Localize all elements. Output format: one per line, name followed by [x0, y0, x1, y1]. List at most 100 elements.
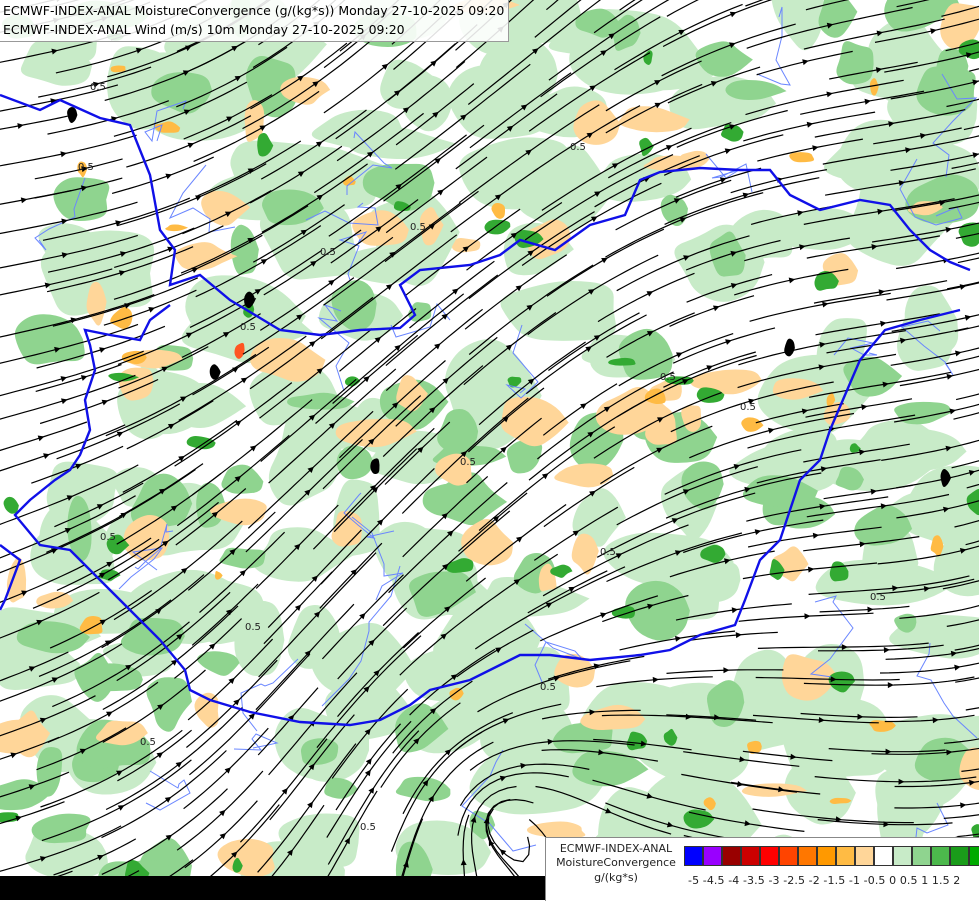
legend-title-variable: MoistureConvergence	[546, 856, 686, 870]
wind-arrow	[861, 404, 867, 410]
wind-arrow	[789, 278, 796, 284]
fill-green-dark	[4, 497, 19, 514]
wind-arrow	[366, 758, 372, 765]
legend-swatch	[722, 846, 741, 866]
wind-arrow	[755, 529, 762, 535]
fill-green-mid	[32, 814, 91, 844]
header-line-moisture: ECMWF-INDEX-ANAL MoistureConvergence (g/…	[3, 1, 504, 20]
contour-label: 0.5	[660, 372, 676, 383]
wind-arrow	[826, 92, 833, 98]
streamline	[36, 365, 122, 392]
legend-swatch	[798, 846, 817, 866]
fill-extreme-spot	[67, 107, 77, 123]
wind-arrow	[723, 667, 729, 673]
legend-title-model: ECMWF-INDEX-ANAL	[546, 842, 686, 856]
wind-arrow	[949, 409, 956, 415]
wind-arrow	[241, 378, 248, 384]
streamline	[954, 365, 979, 419]
wind-arrow	[17, 123, 23, 129]
wind-arrow	[328, 280, 335, 286]
wind-arrow	[235, 421, 242, 427]
fill-green-light	[501, 281, 616, 341]
fill-extreme-spot	[784, 339, 795, 357]
legend-swatch	[836, 846, 855, 866]
wind-arrow	[807, 122, 814, 128]
contour-label: 0.5	[90, 82, 106, 93]
wind-arrow	[10, 753, 17, 759]
wind-arrow	[867, 607, 873, 613]
map-header: ECMWF-INDEX-ANAL MoistureConvergence (g/…	[0, 0, 509, 42]
fill-orange-mid	[789, 152, 814, 162]
wind-arrow	[38, 436, 45, 442]
wind-arrow	[307, 802, 313, 809]
wind-arrow	[822, 302, 828, 308]
legend-swatch	[779, 846, 798, 866]
fill-orange-mid	[741, 417, 763, 431]
legend-swatch	[893, 846, 912, 866]
streamline	[956, 373, 979, 400]
contour-label: 0.5	[78, 162, 94, 173]
legend-swatches	[684, 846, 979, 866]
wind-arrow	[165, 797, 172, 803]
wind-arrow	[725, 339, 732, 345]
wind-arrow	[930, 28, 937, 34]
streamline	[750, 293, 891, 321]
legend-swatch	[855, 846, 874, 866]
legend-swatch	[817, 846, 836, 866]
streamline	[966, 655, 979, 711]
wind-arrow	[368, 787, 374, 794]
contour-label: 0.5	[245, 622, 261, 633]
contour-label: 0.5	[140, 737, 156, 748]
contour-label: 0.5	[410, 222, 426, 233]
contour-label: 0.5	[740, 402, 756, 413]
streamline	[112, 157, 214, 193]
contour-label: 0.5	[100, 532, 116, 543]
fill-green-mid	[836, 41, 873, 84]
fill-orange-light	[218, 839, 275, 877]
wind-arrow	[21, 197, 28, 203]
contour-label: 0.5	[540, 682, 556, 693]
contour-label: 0.5	[600, 547, 616, 558]
legend-swatch	[931, 846, 950, 866]
legend-swatch	[950, 846, 969, 866]
wind-arrow	[157, 752, 164, 758]
wind-arrow	[955, 351, 962, 357]
fill-green-mid	[916, 67, 975, 116]
wind-arrow	[725, 148, 732, 154]
fill-orange-light	[527, 822, 585, 839]
wind-arrow	[813, 533, 819, 539]
fill-green-dark	[639, 138, 654, 156]
wind-arrow	[804, 613, 810, 619]
streamline	[944, 799, 979, 819]
wind-arrow	[965, 315, 972, 321]
wind-arrow	[365, 770, 371, 777]
legend-swatch	[741, 846, 760, 866]
wind-arrow	[865, 99, 871, 105]
wind-arrow	[812, 145, 818, 151]
fill-green-light	[459, 137, 568, 209]
legend-tick-labels: -5 -4.5 -4 -3.5 -3 -2.5 -2 -1.5 -1 -0.5 …	[688, 874, 960, 887]
fill-orange-mid	[111, 66, 126, 73]
weather-map: 0.50.50.50.50.50.50.50.50.50.50.50.50.50…	[0, 0, 979, 900]
wind-arrow	[802, 59, 809, 65]
legend-swatch	[969, 846, 979, 866]
streamline	[955, 283, 979, 332]
wind-arrow	[946, 227, 953, 233]
wind-arrow	[43, 453, 50, 459]
streamline	[0, 422, 87, 455]
fill-green-mid	[337, 446, 373, 480]
contour-label: 0.5	[360, 822, 376, 833]
wind-arrow	[653, 677, 659, 683]
legend-unit: g/(kg*s)	[546, 871, 686, 885]
wind-arrow	[516, 537, 523, 543]
wind-arrow	[884, 647, 890, 653]
contour-label: 0.5	[870, 592, 886, 603]
contour-label: 0.5	[240, 322, 256, 333]
wind-arrow	[675, 636, 681, 642]
wind-arrow	[768, 428, 775, 434]
legend-swatch	[703, 846, 722, 866]
header-line-wind: ECMWF-INDEX-ANAL Wind (m/s) 10m Monday 2…	[3, 20, 504, 39]
wind-arrow	[954, 665, 960, 671]
streamline	[620, 0, 696, 10]
color-legend: ECMWF-INDEX-ANAL MoistureConvergence g/(…	[545, 837, 979, 901]
